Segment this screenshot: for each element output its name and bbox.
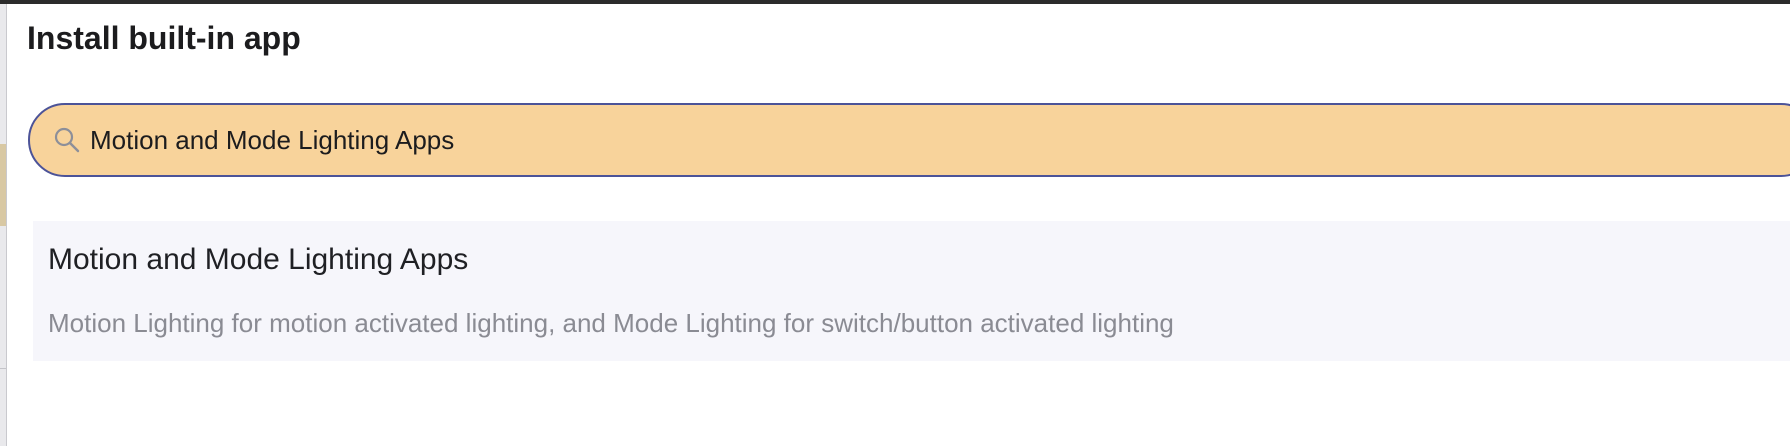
search-icon: [54, 127, 80, 153]
background-page-edge: [0, 4, 7, 446]
result-item-title: Motion and Mode Lighting Apps: [48, 243, 469, 276]
window-top-edge: [0, 0, 1790, 4]
result-item[interactable]: Motion and Mode Lighting Apps Motion Lig…: [33, 221, 1790, 361]
background-highlight-strip: [0, 144, 6, 226]
dialog-title: Install built-in app: [27, 20, 301, 56]
background-divider: [0, 368, 6, 369]
search-box[interactable]: [28, 103, 1790, 177]
search-input[interactable]: [90, 115, 1690, 165]
result-item-description: Motion Lighting for motion activated lig…: [48, 308, 1174, 338]
